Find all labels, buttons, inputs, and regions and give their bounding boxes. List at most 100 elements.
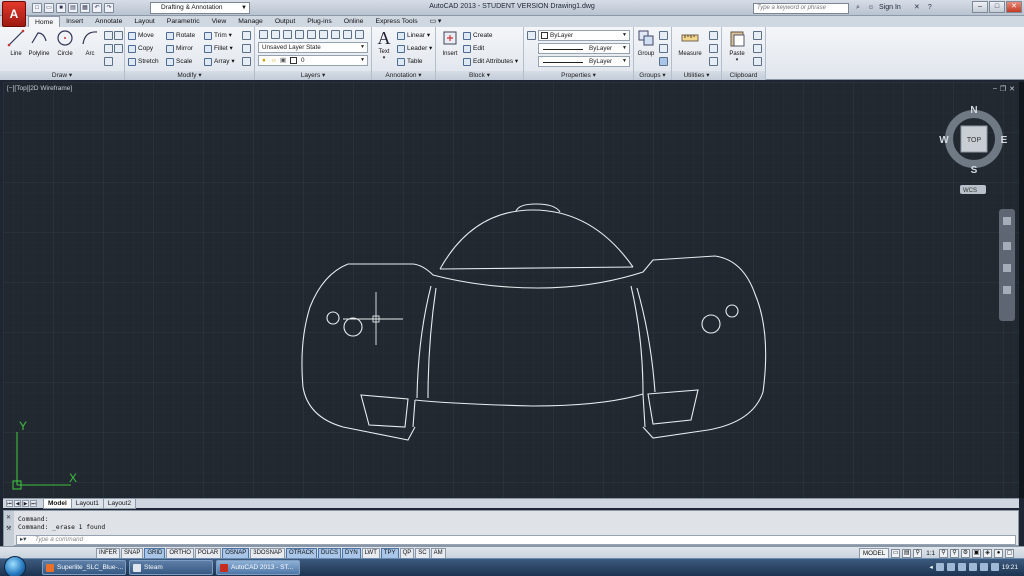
workspace-switch-icon[interactable]: ⚙ <box>961 549 970 558</box>
new-icon[interactable]: □ <box>32 3 42 13</box>
layer-icon[interactable] <box>319 30 328 39</box>
minimize-button[interactable]: – <box>972 1 988 13</box>
power-icon[interactable] <box>957 563 966 571</box>
quick-view-layouts-icon[interactable]: ▭ <box>891 549 901 558</box>
quick-view-drawings-icon[interactable]: ▤ <box>902 549 912 558</box>
clock[interactable]: 19:21 <box>1002 564 1018 571</box>
utilities-panel-label[interactable]: Utilities ▾ <box>672 71 721 80</box>
steering-wheel-icon[interactable] <box>1003 217 1011 225</box>
circle-button[interactable]: Circle <box>53 29 77 57</box>
match-properties-icon[interactable] <box>527 31 536 40</box>
copy-clip-icon[interactable] <box>753 44 762 53</box>
line-button[interactable]: Line <box>4 29 28 57</box>
viewport-restore-icon[interactable]: ❐ <box>1000 85 1006 93</box>
maximize-button[interactable]: □ <box>989 1 1005 13</box>
lineweight-select[interactable]: ByLayer ▼ <box>538 56 630 67</box>
tab-manage[interactable]: Manage <box>232 16 269 27</box>
paste-button[interactable]: Paste ▾ <box>724 29 750 63</box>
calculator-icon[interactable] <box>709 44 718 53</box>
layer-icon[interactable] <box>271 30 280 39</box>
viewport-close-icon[interactable]: ✕ <box>1009 85 1015 93</box>
command-input[interactable]: ▸▾ Type a command <box>16 535 1016 545</box>
wrench-icon[interactable]: ⚒ <box>6 525 11 532</box>
mirror-button[interactable]: Mirror <box>165 43 193 54</box>
layer-icon[interactable] <box>343 30 352 39</box>
layer-state-select[interactable]: Unsaved Layer State ▼ <box>258 42 368 53</box>
save-as-icon[interactable]: ▤ <box>68 3 78 13</box>
workspace-select[interactable]: Drafting & Annotation ▼ <box>150 2 250 14</box>
modify-panel-label[interactable]: Modify ▾ <box>125 71 254 80</box>
layer-icon[interactable] <box>355 30 364 39</box>
auto-scale-icon[interactable]: ⚲ <box>950 549 959 558</box>
rectangle-icon[interactable] <box>104 31 113 40</box>
layer-icon[interactable] <box>283 30 292 39</box>
group-button[interactable]: Group <box>635 29 657 57</box>
next-tab-icon[interactable]: ▶ <box>22 500 29 507</box>
isolate-objects-icon[interactable]: ● <box>994 549 1003 558</box>
create-block-button[interactable]: Create <box>462 30 493 41</box>
quick-select-icon[interactable] <box>709 31 718 40</box>
tray-expand-icon[interactable]: ◂ <box>929 563 932 571</box>
layer-properties-icon[interactable] <box>259 30 268 39</box>
ribbon-minimize-icon[interactable]: ▭ ▾ <box>424 16 448 27</box>
lock-icon[interactable]: ▣ <box>972 549 981 558</box>
tab-view[interactable]: View <box>206 16 233 27</box>
tab-online[interactable]: Online <box>338 16 370 27</box>
region-icon[interactable] <box>104 57 113 66</box>
autocad-logo-icon[interactable]: A <box>2 1 26 27</box>
layer-icon[interactable] <box>331 30 340 39</box>
layer-icon[interactable] <box>307 30 316 39</box>
current-layer-select[interactable]: ● ☼ ▣ 0 ▼ <box>258 55 368 66</box>
compass-w[interactable]: W <box>939 135 949 146</box>
arc-button[interactable]: Arc <box>78 29 102 57</box>
hardware-acceleration-icon[interactable]: ◈ <box>983 549 992 558</box>
orbit-icon[interactable] <box>1003 286 1011 294</box>
last-tab-icon[interactable]: ⏭ <box>30 500 37 507</box>
search-input[interactable]: Type a keyword or phrase <box>753 3 849 14</box>
linetype-select[interactable]: ByLayer ▼ <box>538 43 630 54</box>
tab-home[interactable]: Home <box>28 16 61 27</box>
annotation-scale-icon[interactable]: ⚲ <box>913 549 923 558</box>
tab-insert[interactable]: Insert <box>60 16 89 27</box>
leader-button[interactable]: Leader ▾ <box>396 43 432 54</box>
flag-icon[interactable] <box>968 563 977 571</box>
clean-screen-icon[interactable]: ▢ <box>1005 549 1014 558</box>
save-icon[interactable]: ■ <box>56 3 66 13</box>
volume-icon[interactable] <box>946 563 955 571</box>
edit-block-button[interactable]: Edit <box>462 43 484 54</box>
search-icon[interactable]: ⌕ <box>853 3 863 13</box>
sign-in-link[interactable]: Sign In <box>879 3 901 13</box>
rotate-button[interactable]: Rotate <box>165 30 195 41</box>
layers-panel-label[interactable]: Layers ▾ <box>255 71 371 80</box>
tab-output[interactable]: Output <box>269 16 301 27</box>
tab-layout[interactable]: Layout <box>128 16 160 27</box>
explode-icon[interactable] <box>242 44 251 53</box>
network-icon[interactable] <box>935 563 944 571</box>
first-tab-icon[interactable]: ⏮ <box>6 500 13 507</box>
open-icon[interactable]: ▭ <box>44 3 54 13</box>
offset-icon[interactable] <box>242 57 251 66</box>
insert-block-button[interactable]: Insert <box>439 29 461 57</box>
layout-tab-layout2[interactable]: Layout2 <box>102 499 137 509</box>
scale-button[interactable]: Scale <box>165 56 192 67</box>
viewport-controls-label[interactable]: [−][Top][2D Wireframe] <box>7 85 72 92</box>
text-button[interactable]: A Text ▾ <box>373 29 395 61</box>
table-button[interactable]: Table <box>396 56 423 67</box>
layout-tab-layout1[interactable]: Layout1 <box>70 499 104 509</box>
annotation-scale[interactable]: 1:1 <box>924 549 937 558</box>
undo-icon[interactable]: ↶ <box>92 3 102 13</box>
exchange-icon[interactable]: ✕ <box>912 3 922 13</box>
array-button[interactable]: Array ▾ <box>203 56 235 67</box>
zoom-icon[interactable] <box>1003 264 1011 272</box>
redo-icon[interactable]: ↷ <box>104 3 114 13</box>
gradient-icon[interactable] <box>114 44 123 53</box>
clipboard-panel-label[interactable]: Clipboard <box>722 71 765 80</box>
annotation-panel-label[interactable]: Annotation ▾ <box>372 71 435 80</box>
taskbar-item-browser[interactable]: Superlite_SLC_Blue-... <box>42 560 126 575</box>
command-line-handle[interactable]: ✕ ⚒ <box>4 511 14 547</box>
ungroup-icon[interactable] <box>659 31 668 40</box>
pan-icon[interactable] <box>1003 242 1011 250</box>
viewport-minimize-icon[interactable]: – <box>993 85 997 93</box>
annotation-visibility-icon[interactable]: ⚲ <box>939 549 948 558</box>
vertical-scrollbar[interactable] <box>1019 82 1024 498</box>
